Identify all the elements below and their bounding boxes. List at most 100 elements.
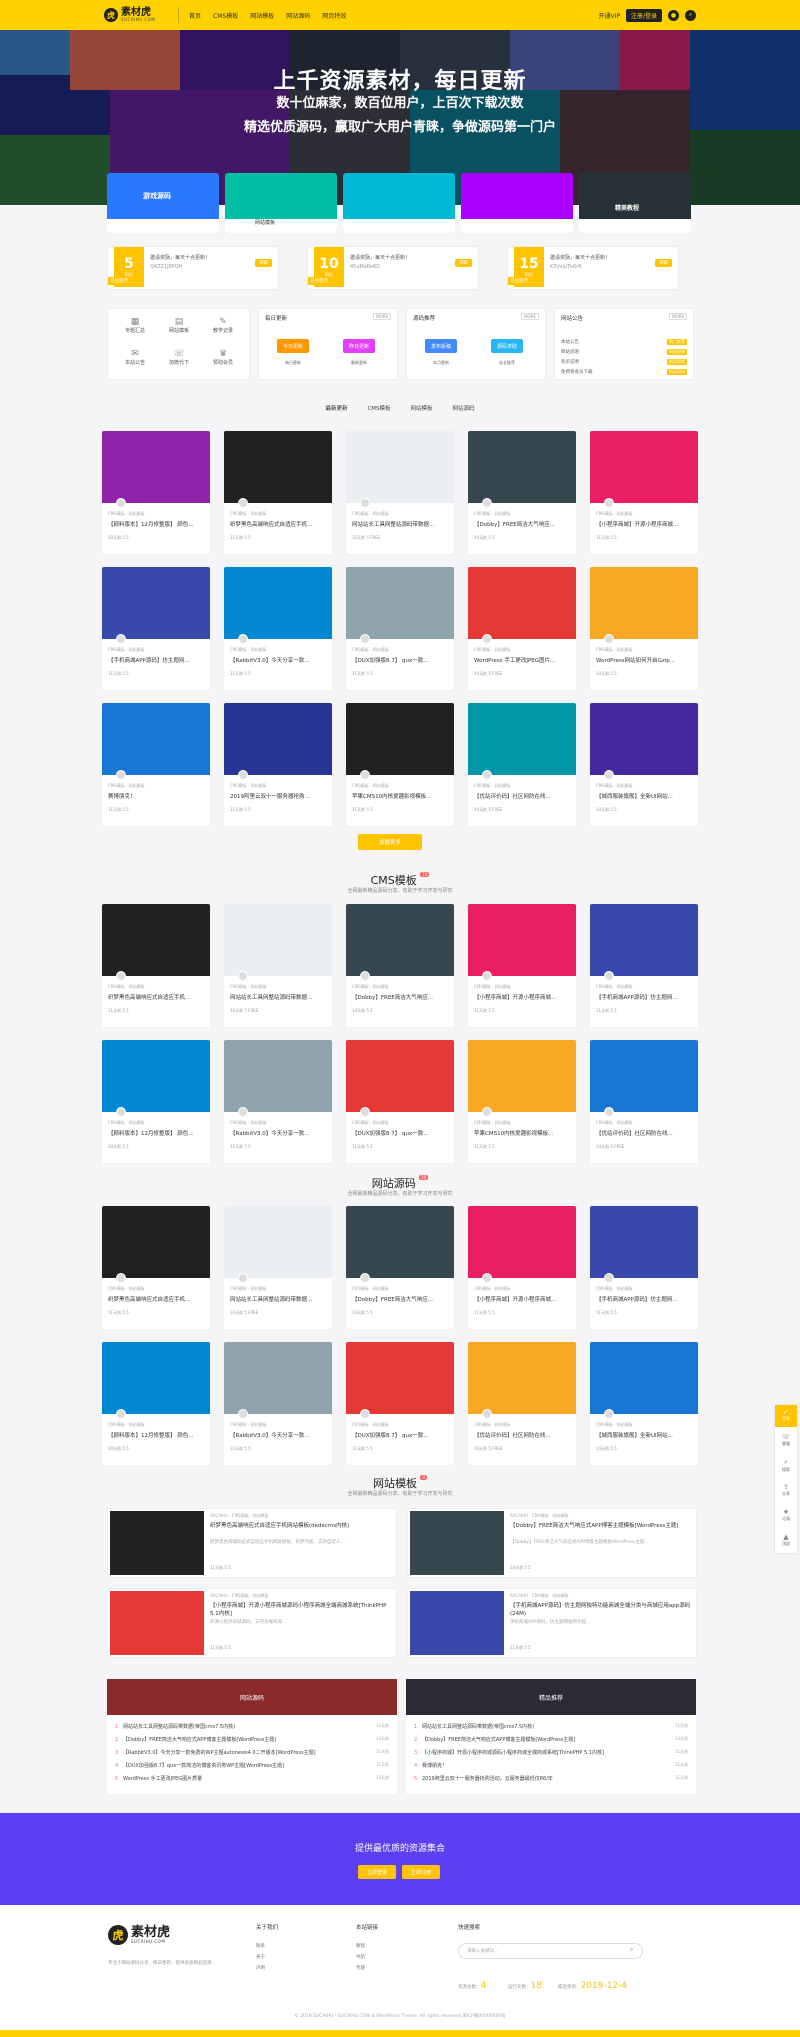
post-title[interactable]: 【RabbitV3.0】今天分享一款...: [230, 1129, 328, 1137]
post-title[interactable]: 【RabbitV3.0】今天分享一款...: [230, 1431, 328, 1439]
author-avatar[interactable]: [604, 1409, 614, 1419]
load-more-button[interactable]: 加载更多: [358, 834, 422, 850]
quick-link-tutorials[interactable]: ✎ 教学记录: [202, 317, 244, 334]
post-title[interactable]: 织梦黑色高端响应式自适应手机...: [108, 993, 206, 1001]
category-card[interactable]: 游戏源码: [107, 173, 219, 233]
category-card[interactable]: 网站模板: [225, 173, 337, 233]
post-title[interactable]: 【手机商城APP源码】仿主题网独特功能商城全端分类与商城应用app源码(24M): [510, 1602, 692, 1618]
author-avatar[interactable]: [116, 1409, 126, 1419]
post-card[interactable]: CMS模板 · 网站模板 织梦黑色高端响应式自适应手机... 11天前 5 5: [224, 431, 332, 554]
post-title[interactable]: 【手机商城APP源码】仿主题网...: [108, 656, 206, 664]
promo-login-button[interactable]: 立即登录: [358, 1865, 396, 1879]
quick-link-topics[interactable]: ▦ 专题汇总: [114, 317, 156, 334]
panel-more-button[interactable]: MORE: [669, 313, 687, 320]
post-title[interactable]: 【城西服装旗舰】全新UI网站...: [596, 792, 694, 800]
post-thumbnail[interactable]: [224, 1206, 332, 1278]
post-thumbnail[interactable]: [346, 567, 454, 639]
quick-link-wechat[interactable]: ☏ 加微代下: [158, 349, 200, 366]
ranking-row[interactable]: 5 2019阿里云双十一服务器抢购活动，云服务器最低仅86/年 11天前: [414, 1775, 688, 1782]
post-thumbnail[interactable]: [224, 703, 332, 775]
post-card[interactable]: CMS模板 · 网站模板 WordPress 手工更改JPEG图片... 14天前 …: [468, 567, 576, 690]
post-thumbnail[interactable]: [468, 567, 576, 639]
category-card[interactable]: [461, 173, 573, 233]
post-card[interactable]: CMS模板 · 网站模板 【优站评价码】社区网防在线... 14天前 5 FREE: [468, 1342, 576, 1465]
post-title[interactable]: 2019阿里云双十一服务器抢购...: [230, 792, 328, 800]
post-card[interactable]: CMS模板 · 网站模板 【颜料版本】12月修整版】 颜色... 20天前 5 5: [102, 1040, 210, 1163]
post-title[interactable]: 【颜料版本】12月修整版】 颜色...: [108, 1431, 206, 1439]
tab-source[interactable]: 网站源码: [453, 404, 475, 412]
post-thumbnail[interactable]: [346, 431, 454, 503]
post-title[interactable]: 【优站评价码】社区网防在线...: [474, 1431, 572, 1439]
nav-item-cms[interactable]: CMS模板: [213, 11, 238, 20]
author-avatar[interactable]: [116, 498, 126, 508]
post-card[interactable]: CMS模板 · 网站模板 【手机商城APP源码】仿主题网... 11天前 5 5: [590, 1206, 698, 1329]
footer-link[interactable]: 声明: [256, 1965, 265, 1971]
post-thumbnail[interactable]: [102, 703, 210, 775]
tab-latest[interactable]: 最新更新: [325, 404, 347, 412]
post-title[interactable]: 【优站评价码】社区网防在线...: [596, 1129, 694, 1137]
user-icon[interactable]: ●: [668, 9, 679, 21]
footer-link[interactable]: 关于: [256, 1954, 265, 1960]
yesterday-update-button[interactable]: 昨日更新: [343, 339, 375, 353]
footer-search-input[interactable]: 请输入关键词...: [458, 1943, 643, 1959]
category-card[interactable]: 精美教程: [579, 173, 691, 233]
author-avatar[interactable]: [238, 498, 248, 508]
author-avatar[interactable]: [238, 1107, 248, 1117]
post-card[interactable]: CMS模板 · 网站模板 网站站长工具网整站源码带数据... 10天前 5 FREE: [224, 1206, 332, 1329]
nav-item-home[interactable]: 首页: [189, 11, 201, 20]
post-title[interactable]: 【Dobby】FREE简洁大气响应...: [352, 1295, 450, 1303]
post-title[interactable]: 【小程序商城】开源小程序商城源码小程序商城全端商城系统[ThinkPHP 5.1…: [210, 1602, 392, 1618]
post-thumbnail[interactable]: [346, 904, 454, 976]
vip-link[interactable]: 开通VIP: [598, 11, 620, 20]
post-title[interactable]: 【RabbitV3.0】今天分享一款...: [230, 656, 328, 664]
post-thumbnail[interactable]: [590, 904, 698, 976]
post-thumbnail[interactable]: [346, 1342, 454, 1414]
post-title[interactable]: 【DUX加强版8.7】 qux一款...: [352, 1431, 450, 1439]
post-card[interactable]: CMS模板 · 网站模板 苹果CMS10内核爱趣影视模板... 11天前 5 5: [468, 1040, 576, 1163]
post-title[interactable]: 【优站评价码】社区网防在线...: [474, 792, 572, 800]
post-thumbnail[interactable]: [102, 567, 210, 639]
post-card[interactable]: CMS模板 · 网站模板 【RabbitV3.0】今天分享一款... 11天前 5 …: [224, 1040, 332, 1163]
tab-templates[interactable]: 网站模板: [411, 404, 433, 412]
post-title[interactable]: WordPress 手工更改JPEG图片...: [474, 656, 572, 664]
footer-logo[interactable]: 虎 素材虎 SUCAIHU.COM: [108, 1925, 170, 1945]
author-avatar[interactable]: [360, 498, 370, 508]
post-thumbnail[interactable]: [224, 1040, 332, 1112]
author-avatar[interactable]: [238, 770, 248, 780]
coupon-claim-button[interactable]: 领取: [455, 259, 472, 267]
post-thumbnail[interactable]: [346, 1206, 454, 1278]
post-title[interactable]: 织梦黑色高端响应式自适应手机...: [108, 1295, 206, 1303]
post-thumbnail[interactable]: [410, 1591, 504, 1655]
post-card[interactable]: CMS模板 · 网站模板 【RabbitV3.0】今天分享一款... 11天前 5 …: [224, 1342, 332, 1465]
quick-link-templates[interactable]: ▤ 网站模板: [158, 317, 200, 334]
post-thumbnail[interactable]: [102, 1206, 210, 1278]
post-title[interactable]: 【Dobby】FREE简洁大气响应...: [352, 993, 450, 1001]
post-thumbnail[interactable]: [590, 1342, 698, 1414]
post-card[interactable]: CMS模板 · 网站模板 【城西服装旗舰】全新UI网站... 14天前 5 5: [590, 1342, 698, 1465]
quick-link-notice[interactable]: ✉ 本站公告: [114, 349, 156, 366]
nav-item-source[interactable]: 网站源码: [286, 11, 310, 20]
author-avatar[interactable]: [238, 971, 248, 981]
post-thumbnail[interactable]: [224, 431, 332, 503]
side-subscribe-button[interactable]: ★ 订阅: [775, 1505, 797, 1527]
post-thumbnail[interactable]: [224, 567, 332, 639]
post-thumbnail[interactable]: [102, 431, 210, 503]
side-top-button[interactable]: ▲ 顶部: [775, 1530, 797, 1552]
post-title[interactable]: 苹果CMS10内核爱趣影视模板...: [352, 792, 450, 800]
post-card[interactable]: CMS模板 · 网站模板 苹果CMS10内核爱趣影视模板... 11天前 5 5: [346, 703, 454, 826]
quick-link-vip[interactable]: ♛ 赞助会员: [202, 349, 244, 366]
author-avatar[interactable]: [604, 770, 614, 780]
post-card[interactable]: CMS模板 · 网站模板 【DUX加强版8.7】 qux一款... 11天前 5 5: [346, 1342, 454, 1465]
author-avatar[interactable]: [482, 1273, 492, 1283]
author-avatar[interactable]: [238, 634, 248, 644]
author-avatar[interactable]: [482, 634, 492, 644]
category-card[interactable]: [343, 173, 455, 233]
post-title[interactable]: 【颜料版本】12月修整版】 颜色...: [108, 1129, 206, 1137]
author-avatar[interactable]: [116, 971, 126, 981]
post-thumbnail[interactable]: [468, 904, 576, 976]
notice-item[interactable]: 免费将会员下载: [561, 369, 681, 375]
today-update-button[interactable]: 今日更新: [277, 339, 309, 353]
post-title[interactable]: 织梦黑色高端响应式自适应手机网站模板(dedecms内核): [210, 1522, 392, 1530]
post-thumbnail[interactable]: [468, 1040, 576, 1112]
post-title[interactable]: 苹果CMS10内核爱趣影视模板...: [474, 1129, 572, 1137]
